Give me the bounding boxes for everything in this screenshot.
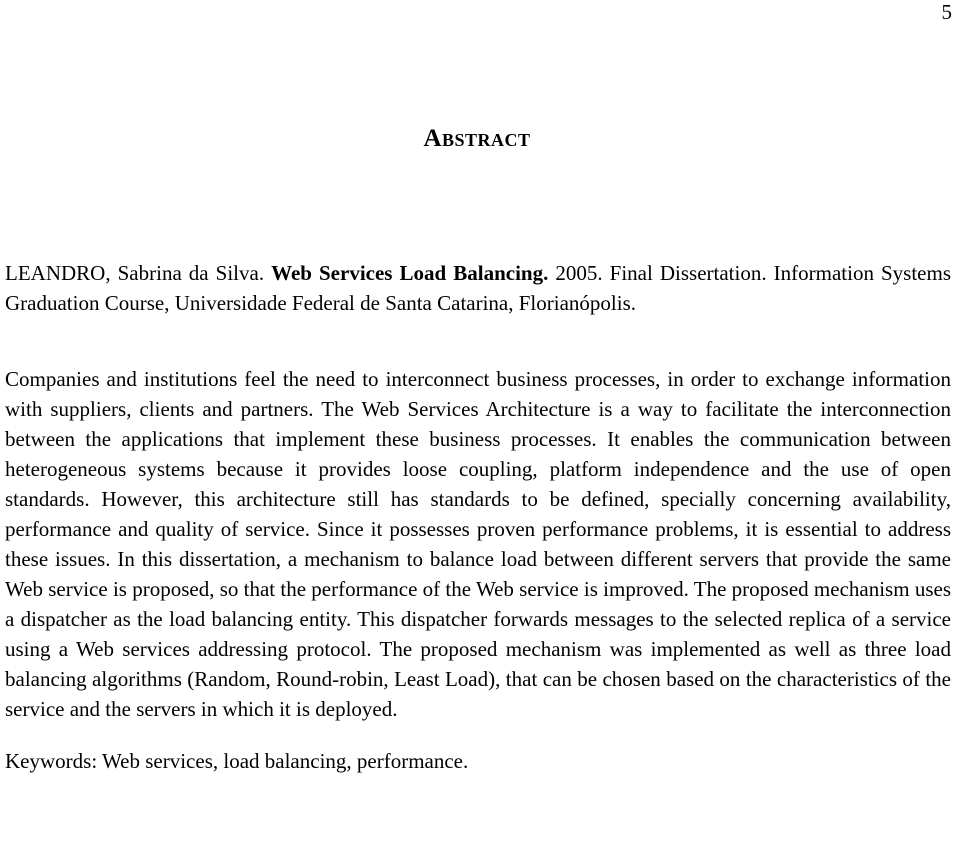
content-column: LEANDRO, Sabrina da Silva. Web Services … [5,258,951,776]
citation-block: LEANDRO, Sabrina da Silva. Web Services … [5,258,951,318]
page-number: 5 [941,0,953,24]
page-title: Abstract [423,124,531,152]
citation-author: LEANDRO, Sabrina da Silva. [5,261,265,285]
document-page: 5 Abstract LEANDRO, Sabrina da Silva. We… [0,0,960,864]
keywords-line: Keywords: Web services, load balancing, … [5,749,469,773]
citation-title: Web Services Load Balancing. [271,261,549,285]
abstract-paragraph: Companies and institutions feel the need… [5,367,951,721]
